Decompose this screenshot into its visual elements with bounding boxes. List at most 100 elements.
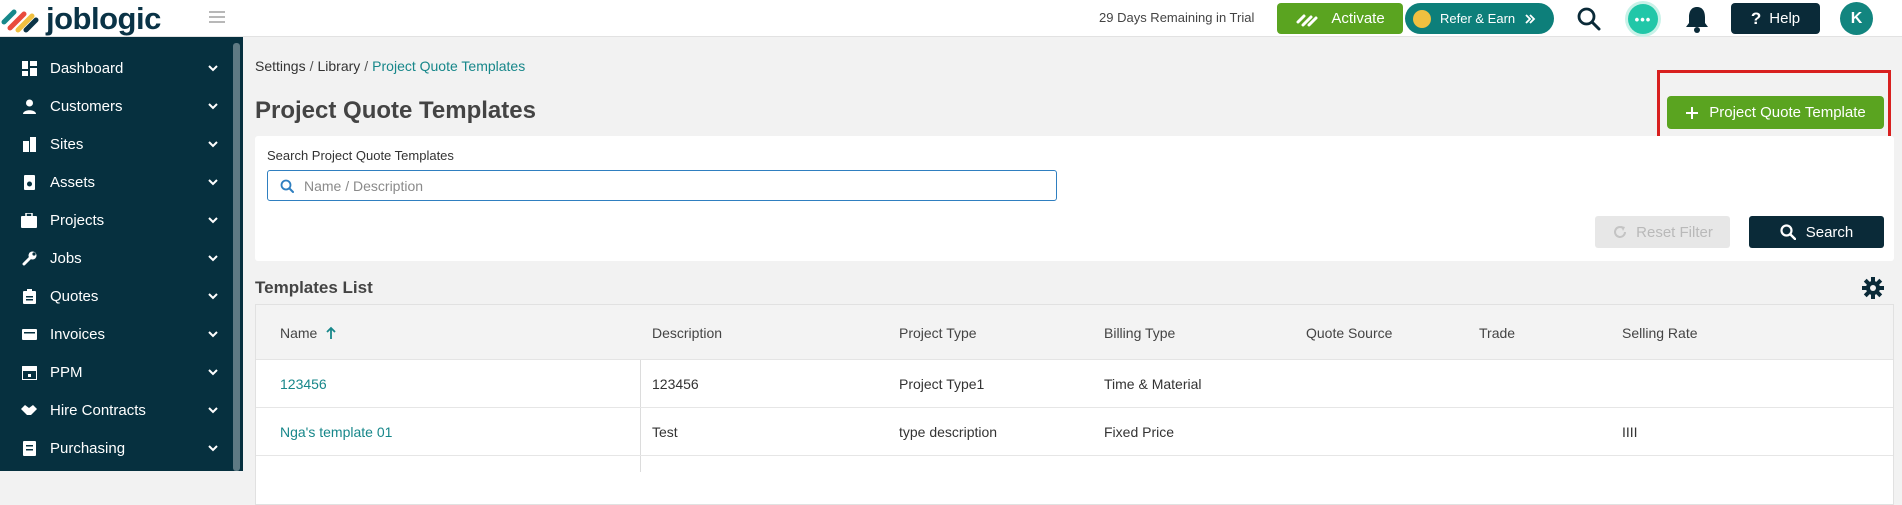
activate-logo-icon xyxy=(1296,14,1318,26)
refer-earn-button[interactable]: Refer & Earn xyxy=(1405,3,1554,34)
table-row[interactable] xyxy=(256,456,1893,504)
top-bar: joblogic 29 Days Remaining in Trial Acti… xyxy=(0,0,1902,37)
sidebar-item-label: Purchasing xyxy=(50,439,126,457)
chevron-down-icon xyxy=(208,369,218,376)
template-description: 123456 xyxy=(652,376,699,392)
template-billing-type: Time & Material xyxy=(1104,376,1202,392)
search-label: Search Project Quote Templates xyxy=(267,148,454,163)
sidebar-item-dashboard[interactable]: Dashboard xyxy=(0,49,228,87)
search-icon xyxy=(1780,224,1796,240)
brand-name: joblogic xyxy=(46,0,161,36)
breadcrumb-library[interactable]: Library xyxy=(317,58,360,74)
sidebar-item-customers[interactable]: Customers xyxy=(0,87,228,125)
sidebar-item-label: Assets xyxy=(50,173,96,191)
search-input[interactable] xyxy=(304,177,1004,194)
template-billing-type: Fixed Price xyxy=(1104,424,1175,440)
template-name-link[interactable]: 123456 xyxy=(280,360,327,408)
sidebar-item-hire-contracts[interactable]: Hire Contracts xyxy=(0,391,228,429)
chat-icon[interactable]: ••• xyxy=(1627,3,1659,35)
table-row[interactable]: 123456 123456 Project Type1 Time & Mater… xyxy=(256,360,1893,408)
hamburger-menu-icon[interactable] xyxy=(209,11,225,23)
sidebar-item-label: PPM xyxy=(50,363,83,381)
sidebar-item-quotes[interactable]: Quotes xyxy=(0,277,228,315)
building-icon xyxy=(21,136,37,152)
column-header-project-type[interactable]: Project Type xyxy=(899,305,977,360)
purchasing-icon xyxy=(21,440,37,456)
calendar-icon xyxy=(21,364,37,380)
help-label: Help xyxy=(1769,10,1801,27)
main-content: Settings / Library / Project Quote Templates… xyxy=(243,37,1902,505)
search-input-wrapper[interactable] xyxy=(267,170,1057,201)
invoice-icon xyxy=(21,326,37,342)
column-header-billing-type[interactable]: Billing Type xyxy=(1104,305,1175,360)
column-header-trade[interactable]: Trade xyxy=(1479,305,1515,360)
sidebar-item-assets[interactable]: Assets xyxy=(0,163,228,201)
sort-ascending-icon xyxy=(326,326,336,339)
question-icon: ? xyxy=(1750,8,1762,28)
refer-label: Refer & Earn xyxy=(1440,11,1516,26)
sidebar-item-ppm[interactable]: PPM xyxy=(0,353,228,391)
double-chevron-right-icon xyxy=(1525,13,1536,24)
chevron-down-icon xyxy=(208,65,218,72)
search-icon[interactable] xyxy=(1573,3,1605,35)
column-header-name[interactable]: Name xyxy=(280,305,337,360)
sidebar-item-label: Sites xyxy=(50,135,84,153)
activate-label: Activate xyxy=(1331,10,1385,27)
template-description: Test xyxy=(652,424,678,440)
table-row[interactable]: Nga's template 01 Test type description … xyxy=(256,408,1893,456)
column-header-description[interactable]: Description xyxy=(652,305,722,360)
sidebar-item-label: Projects xyxy=(50,211,105,229)
reset-filter-label: Reset Filter xyxy=(1636,223,1713,241)
template-project-type: type description xyxy=(899,424,998,440)
sidebar-item-projects[interactable]: Projects xyxy=(0,201,228,239)
template-name-link[interactable]: Nga's template 01 xyxy=(280,408,392,456)
template-project-type: Project Type1 xyxy=(899,376,985,392)
template-selling-rate: IIII xyxy=(1622,424,1638,440)
chevron-down-icon xyxy=(208,255,218,262)
joblogic-logo-icon xyxy=(0,0,40,37)
chevron-down-icon xyxy=(208,445,218,452)
chevron-down-icon xyxy=(208,141,218,148)
clipboard-icon xyxy=(21,288,37,304)
avatar[interactable]: K xyxy=(1840,2,1873,35)
breadcrumb-current: Project Quote Templates xyxy=(372,58,526,74)
dashboard-icon xyxy=(21,60,37,76)
plus-icon xyxy=(1686,106,1699,119)
refresh-icon xyxy=(1614,226,1627,238)
column-header-selling-rate[interactable]: Selling Rate xyxy=(1622,305,1698,360)
sidebar-item-label: Customers xyxy=(50,97,123,115)
templates-list-title: Templates List xyxy=(255,278,373,297)
activate-button[interactable]: Activate xyxy=(1277,3,1403,34)
help-button[interactable]: ? Help xyxy=(1731,3,1820,34)
sidebar-item-label: Invoices xyxy=(50,325,106,343)
sidebar-item-sites[interactable]: Sites xyxy=(0,125,228,163)
logo[interactable]: joblogic xyxy=(0,0,161,37)
sidebar-item-label: Quotes xyxy=(50,287,99,305)
gear-icon[interactable] xyxy=(1862,277,1884,299)
sidebar-item-purchasing[interactable]: Purchasing xyxy=(0,429,228,467)
sidebar-item-invoices[interactable]: Invoices xyxy=(0,315,228,353)
add-project-quote-template-button[interactable]: Project Quote Template xyxy=(1667,96,1884,129)
sidebar-item-label: Hire Contracts xyxy=(50,401,146,419)
sidebar: Dashboard Customers Sites Assets Project… xyxy=(0,37,243,471)
sidebar-scrollbar[interactable] xyxy=(233,43,240,471)
bell-icon[interactable] xyxy=(1681,3,1713,35)
column-header-quote-source[interactable]: Quote Source xyxy=(1306,305,1392,360)
reset-filter-button[interactable]: Reset Filter xyxy=(1595,216,1730,248)
sidebar-item-jobs[interactable]: Jobs xyxy=(0,239,228,277)
sidebar-item-label: Dashboard xyxy=(50,59,124,77)
wrench-icon xyxy=(21,250,37,266)
search-panel: Search Project Quote Templates Reset Fil… xyxy=(255,136,1894,261)
trial-remaining-text: 29 Days Remaining in Trial xyxy=(1099,10,1255,25)
search-button-label: Search xyxy=(1805,223,1854,241)
sidebar-item-label: Jobs xyxy=(50,249,82,267)
asset-icon xyxy=(21,174,37,190)
person-icon xyxy=(21,98,37,114)
chevron-down-icon xyxy=(208,103,218,110)
refer-logo-icon xyxy=(1413,9,1431,28)
chevron-down-icon xyxy=(208,293,218,300)
page-title: Project Quote Templates xyxy=(255,97,536,124)
breadcrumb-settings[interactable]: Settings xyxy=(255,58,306,74)
search-button[interactable]: Search xyxy=(1749,216,1884,248)
search-icon xyxy=(280,179,294,193)
